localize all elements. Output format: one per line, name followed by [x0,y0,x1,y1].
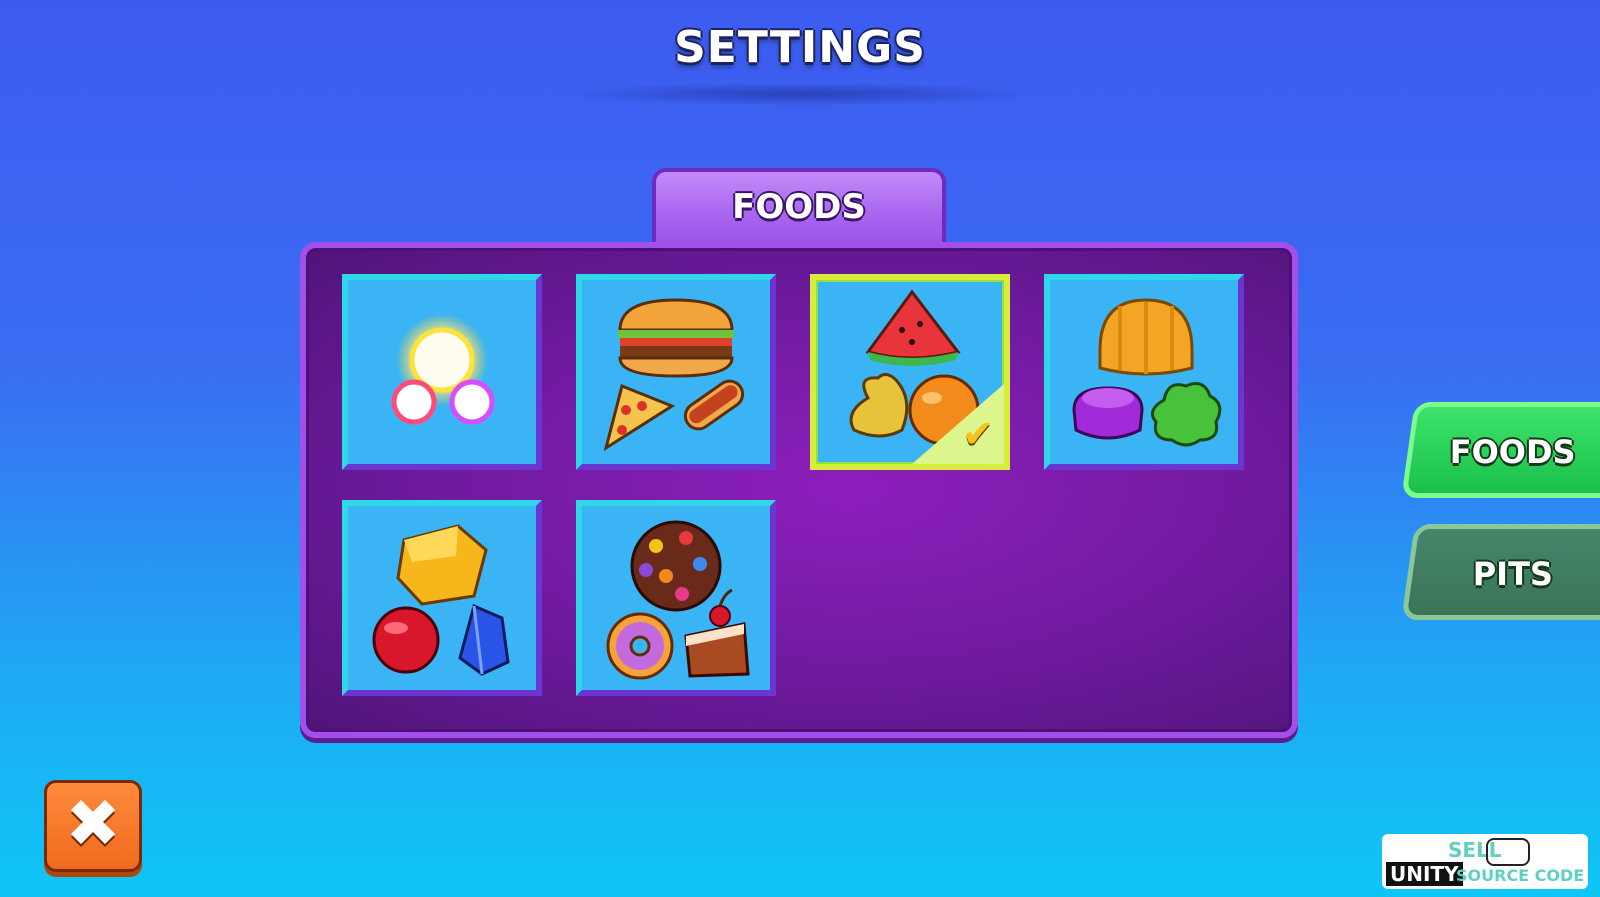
watermark-source: SOURCE CODE [1456,866,1585,885]
tab-foods-label: FOODS [1449,433,1576,471]
food-grid-panel: ✔ [300,242,1298,738]
watermark-logo: SELL UNITY SOURCE CODE [1382,834,1588,889]
gamepad-icon [1486,838,1530,866]
close-icon: ✖ [65,785,121,862]
food-item-glow-orbs[interactable] [342,274,542,470]
close-button[interactable]: ✖ [44,780,142,872]
glow-orbs-icon [391,314,495,425]
watermark-unity: UNITY [1386,862,1463,886]
food-item-jelly[interactable] [1044,274,1244,470]
food-item-desserts[interactable] [576,500,776,696]
desserts-icon [606,520,750,680]
food-item-fruits[interactable]: ✔ [810,274,1010,470]
gems-icon [372,524,510,676]
fast-food-icon [603,298,745,452]
page-title: SETTINGS [674,22,926,73]
jelly-icon [1072,298,1222,447]
title-shadow [560,82,1040,106]
panel-tab-label: FOODS [652,168,946,244]
food-item-fast-food[interactable] [576,274,776,470]
tab-pits-label: PITS [1472,555,1553,593]
tab-foods[interactable]: FOODS [1401,402,1600,498]
food-item-gems[interactable] [342,500,542,696]
checkmark-icon: ✔ [962,412,994,456]
tab-pits[interactable]: PITS [1401,524,1600,620]
